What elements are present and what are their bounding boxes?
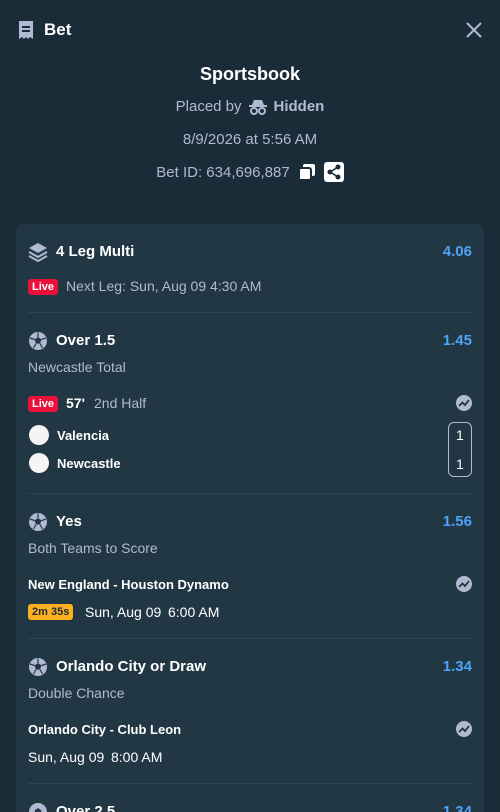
leg-market: Double Chance: [28, 685, 125, 701]
multi-title: 4 Leg Multi: [56, 243, 135, 260]
layers-icon: [28, 243, 48, 262]
live-badge: Live: [28, 396, 59, 412]
divider: [28, 783, 472, 784]
team-logo: [29, 453, 49, 473]
placed-by-row: Placed by Hidden: [0, 98, 500, 115]
copy-icon[interactable]: [297, 163, 316, 181]
stats-chart-icon[interactable]: [456, 395, 472, 411]
divider: [28, 312, 472, 313]
match-period: 2nd Half: [94, 395, 147, 411]
divider: [28, 493, 472, 494]
team-name: Newcastle: [57, 456, 121, 471]
match-minute: 57': [66, 395, 85, 411]
leg-odds: 1.56: [442, 513, 472, 530]
share-icon[interactable]: [323, 162, 344, 182]
leg-odds: 1.34: [442, 658, 472, 675]
leg-market: Newcastle Total: [28, 359, 126, 375]
leg-selection: Yes: [56, 513, 82, 530]
multi-odds: 4.06: [442, 243, 472, 260]
header-title: Bet: [44, 20, 72, 39]
stats-chart-icon[interactable]: [456, 721, 472, 737]
match-name[interactable]: Orlando City - Club Leon: [28, 722, 181, 737]
placed-by-user[interactable]: Hidden: [274, 98, 325, 115]
placed-by-label: Placed by: [175, 98, 242, 115]
match-time: 8:00 AM: [111, 749, 163, 765]
leg-selection: Over 2.5: [56, 803, 116, 812]
bet-slip-icon: [19, 21, 33, 39]
soccer-ball-icon: [29, 803, 47, 812]
soccer-ball-icon: [29, 332, 47, 350]
match-date: Sun, Aug 09: [28, 749, 105, 765]
bet-date: 8/9/2026 at 5:56 AM: [182, 131, 318, 148]
team-name: Valencia: [57, 428, 110, 443]
close-icon[interactable]: [466, 22, 482, 38]
countdown-badge: 2m 35s: [28, 604, 74, 620]
leg-selection: Over 1.5: [56, 332, 116, 349]
incognito-icon: [248, 99, 267, 115]
leg-odds: 1.34: [442, 803, 472, 812]
provider-title: Sportsbook: [199, 64, 300, 84]
bet-id-row: Bet ID: 634,696,887: [0, 162, 500, 182]
leg-selection: Orlando City or Draw: [56, 658, 207, 675]
divider: [28, 638, 472, 639]
next-leg-text: Next Leg: Sun, Aug 09 4:30 AM: [66, 278, 262, 294]
team-score: 1: [456, 427, 464, 443]
leg-odds: 1.45: [442, 332, 472, 349]
team-logo: [29, 425, 49, 445]
team-score: 1: [456, 456, 464, 472]
live-badge: Live: [28, 279, 59, 295]
bet-id: Bet ID: 634,696,887: [156, 163, 290, 181]
stats-chart-icon[interactable]: [456, 576, 472, 592]
match-name[interactable]: New England - Houston Dynamo: [28, 577, 229, 592]
match-date: Sun, Aug 09: [85, 604, 162, 620]
match-time: 6:00 AM: [168, 604, 220, 620]
leg-market: Both Teams to Score: [28, 540, 158, 556]
soccer-ball-icon: [29, 658, 47, 676]
soccer-ball-icon: [29, 513, 47, 531]
